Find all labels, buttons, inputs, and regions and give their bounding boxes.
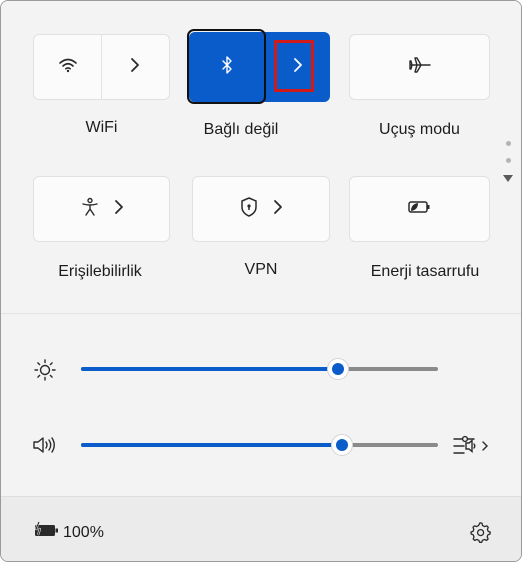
scroll-down-arrow-icon[interactable]	[503, 175, 513, 182]
wifi-toggle-button[interactable]	[34, 35, 101, 99]
volume-slider-thumb[interactable]	[331, 434, 353, 456]
page-indicator[interactable]	[501, 141, 515, 182]
gear-icon[interactable]	[469, 521, 491, 548]
brightness-slider-thumb[interactable]	[327, 358, 349, 380]
shield-icon	[239, 196, 259, 223]
energy-saver-label: Enerji tasarrufu	[370, 263, 480, 280]
battery-charging-icon	[33, 520, 61, 545]
energy-saver-button[interactable]	[349, 176, 490, 242]
accessibility-button[interactable]	[33, 176, 170, 242]
airplane-mode-button[interactable]	[349, 34, 490, 100]
page-dot[interactable]	[505, 158, 511, 163]
energy-saver-icon	[407, 199, 433, 220]
brightness-slider-fill	[81, 367, 338, 371]
audio-output-icon[interactable]	[452, 433, 492, 464]
chevron-right-icon	[273, 199, 283, 220]
accessibility-label: Erişilebilirlik	[58, 263, 142, 280]
chevron-right-icon	[114, 199, 124, 220]
highlight-box	[274, 40, 314, 92]
quick-settings-panel: WiFi Bağlı değil Uçuş modu Erişilebilirl…	[0, 0, 522, 562]
wifi-icon	[58, 57, 78, 78]
wifi-tile	[33, 34, 170, 100]
vpn-button[interactable]	[192, 176, 330, 242]
focus-outline	[187, 29, 266, 104]
chevron-right-icon	[130, 57, 140, 78]
battery-percentage[interactable]: 100%	[63, 524, 104, 542]
sliders-area	[1, 314, 521, 496]
speaker-icon[interactable]	[31, 434, 57, 461]
brightness-icon	[33, 358, 57, 387]
vpn-label: VPN	[244, 261, 278, 278]
airplane-icon	[408, 55, 432, 80]
page-dot[interactable]	[505, 141, 511, 146]
wifi-more-button[interactable]	[102, 35, 169, 99]
accessibility-icon	[80, 197, 100, 222]
volume-slider-fill	[81, 443, 342, 447]
bluetooth-label: Bağlı değil	[203, 121, 279, 138]
airplane-mode-label: Uçuş modu	[379, 121, 460, 138]
wifi-label: WiFi	[85, 119, 118, 136]
